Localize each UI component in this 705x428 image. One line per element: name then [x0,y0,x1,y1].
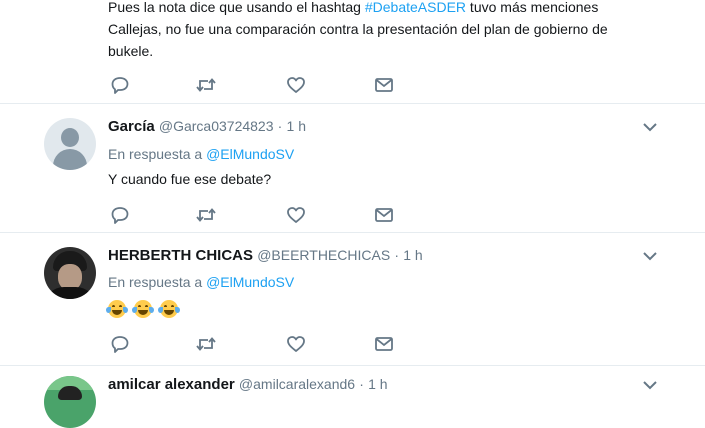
chevron-down-icon[interactable] [641,250,659,264]
separator-dot: · [394,247,400,263]
laughing-emoji-icon [158,300,180,319]
reply-context: En respuesta a @ElMundoSV [108,146,295,162]
mention-link[interactable]: @ElMundoSV [206,274,294,290]
user-name[interactable]: HERBERTH CHICAS [108,247,253,264]
reply-icon[interactable] [110,334,132,354]
user-handle[interactable]: @BEERTHECHICAS [257,247,390,263]
retweet-icon[interactable] [195,75,217,95]
reply-icon[interactable] [110,205,132,225]
direct-message-icon[interactable] [374,205,396,225]
reply-icon[interactable] [110,75,132,95]
user-handle[interactable]: @amilcaralexand6 [239,376,355,392]
laughing-emoji-icon [132,300,154,319]
user-handle[interactable]: @Garca03724823 [159,118,274,134]
reply-context: En respuesta a @ElMundoSV [108,274,295,290]
separator-dot: · [359,376,364,392]
tweet-text [106,297,186,319]
chevron-down-icon[interactable] [641,121,659,135]
tweet-text: Pues la nota dice que usando el hashtag … [108,0,608,59]
retweet-icon[interactable] [195,205,217,225]
separator-dot: · [277,118,283,134]
user-name[interactable]: García [108,118,155,135]
timestamp[interactable]: 1 h [368,376,387,392]
avatar[interactable] [44,376,96,428]
direct-message-icon[interactable] [374,334,396,354]
retweet-icon[interactable] [195,334,217,354]
tweet[interactable]: Pues la nota dice que usando el hashtag … [0,0,705,104]
avatar[interactable] [44,247,96,299]
chevron-down-icon[interactable] [641,379,659,393]
tweet-header: HERBERTH CHICAS @BEERTHECHICAS · 1 h [108,247,423,267]
tweet[interactable]: García @Garca03724823 · 1 h En respuesta… [0,104,705,233]
mention-link[interactable]: @ElMundoSV [206,146,294,162]
like-icon[interactable] [286,205,308,225]
tweet-text: Y cuando fue ese debate? [108,171,272,187]
user-name[interactable]: amilcar alexander [108,376,235,393]
tweet[interactable]: HERBERTH CHICAS @BEERTHECHICAS · 1 h En … [0,233,705,366]
like-icon[interactable] [286,75,308,95]
like-icon[interactable] [286,334,308,354]
timestamp[interactable]: 1 h [287,118,306,134]
hashtag-link[interactable]: #DebateASDER [365,0,466,15]
tweet-header: amilcar alexander @amilcaralexand6 · 1 h [108,376,388,396]
tweet-header: García @Garca03724823 · 1 h [108,118,306,138]
timestamp[interactable]: 1 h [403,247,422,263]
tweet[interactable]: amilcar alexander @amilcaralexand6 · 1 h [0,366,705,428]
avatar[interactable] [44,118,96,170]
laughing-emoji-icon [106,300,128,319]
direct-message-icon[interactable] [374,75,396,95]
